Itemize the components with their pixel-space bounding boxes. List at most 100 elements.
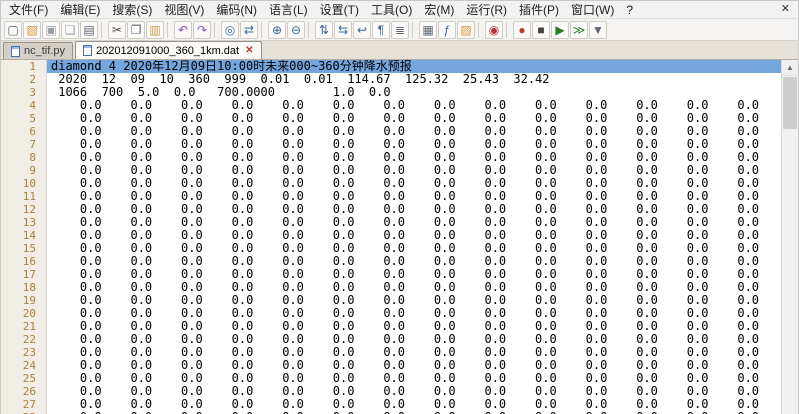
line-number: 3: [1, 86, 47, 99]
line-number: 9: [1, 164, 47, 177]
window-close-icon[interactable]: ✕: [777, 2, 794, 15]
editor-lines: 1diamond 4 2020年12月09日10:00时未来000~360分钟降…: [1, 60, 781, 414]
menu-item-编辑(E)[interactable]: 编辑(E): [54, 0, 106, 19]
editor-line-17[interactable]: 17 0.0 0.0 0.0 0.0 0.0 0.0 0.0 0.0 0.0 0…: [1, 268, 781, 281]
cut-icon[interactable]: ✂: [108, 21, 126, 39]
zoom-out-icon[interactable]: ⊖: [287, 21, 305, 39]
menu-item-宏(M)[interactable]: 宏(M): [418, 0, 460, 19]
line-number: 21: [1, 320, 47, 333]
line-number: 15: [1, 242, 47, 255]
menubar: 文件(F)编辑(E)搜索(S)视图(V)编码(N)语言(L)设置(T)工具(O)…: [1, 1, 798, 18]
line-number: 10: [1, 177, 47, 190]
indent-guide-icon[interactable]: ≣: [391, 21, 409, 39]
monitoring-icon[interactable]: ◉: [485, 21, 503, 39]
paste-icon[interactable]: ▥: [146, 21, 164, 39]
macro-save-icon[interactable]: ▼: [589, 21, 607, 39]
redo-icon[interactable]: ↷: [193, 21, 211, 39]
editor-line-16[interactable]: 16 0.0 0.0 0.0 0.0 0.0 0.0 0.0 0.0 0.0 0…: [1, 255, 781, 268]
macro-play-icon[interactable]: ▶: [551, 21, 569, 39]
tab-close-icon[interactable]: ✕: [243, 45, 253, 56]
scrollbar-thumb[interactable]: [783, 77, 797, 129]
menu-item-搜索(S)[interactable]: 搜索(S): [106, 0, 158, 19]
editor-line-21[interactable]: 21 0.0 0.0 0.0 0.0 0.0 0.0 0.0 0.0 0.0 0…: [1, 320, 781, 333]
copy-icon[interactable]: ❐: [127, 21, 145, 39]
editor[interactable]: 1diamond 4 2020年12月09日10:00时未来000~360分钟降…: [1, 60, 798, 414]
menu-item-插件(P)[interactable]: 插件(P): [513, 0, 565, 19]
editor-line-5[interactable]: 5 0.0 0.0 0.0 0.0 0.0 0.0 0.0 0.0 0.0 0.…: [1, 112, 781, 125]
undo-icon[interactable]: ↶: [174, 21, 192, 39]
line-text: 0.0 0.0 0.0 0.0 0.0 0.0 0.0 0.0 0.0 0.0 …: [47, 125, 781, 138]
document-map-icon[interactable]: ▦: [419, 21, 437, 39]
editor-line-24[interactable]: 24 0.0 0.0 0.0 0.0 0.0 0.0 0.0 0.0 0.0 0…: [1, 359, 781, 372]
find-icon[interactable]: ◎: [221, 21, 239, 39]
editor-line-15[interactable]: 15 0.0 0.0 0.0 0.0 0.0 0.0 0.0 0.0 0.0 0…: [1, 242, 781, 255]
editor-line-25[interactable]: 25 0.0 0.0 0.0 0.0 0.0 0.0 0.0 0.0 0.0 0…: [1, 372, 781, 385]
zoom-in-icon[interactable]: ⊕: [268, 21, 286, 39]
menu-item-视图(V)[interactable]: 视图(V): [158, 0, 210, 19]
editor-line-22[interactable]: 22 0.0 0.0 0.0 0.0 0.0 0.0 0.0 0.0 0.0 0…: [1, 333, 781, 346]
menu-item-运行(R)[interactable]: 运行(R): [460, 0, 513, 19]
menu-item-语言(L)[interactable]: 语言(L): [263, 0, 314, 19]
tab-202012091000_360_1km.dat[interactable]: 202012091000_360_1km.dat✕: [75, 41, 262, 59]
line-number: 18: [1, 281, 47, 294]
editor-line-2[interactable]: 2 2020 12 09 10 360 999 0.01 0.01 114.67…: [1, 73, 781, 86]
line-text: 0.0 0.0 0.0 0.0 0.0 0.0 0.0 0.0 0.0 0.0 …: [47, 216, 781, 229]
line-number: 4: [1, 99, 47, 112]
menu-item-?[interactable]: ?: [620, 2, 639, 18]
menu-items: 文件(F)编辑(E)搜索(S)视图(V)编码(N)语言(L)设置(T)工具(O)…: [3, 0, 639, 19]
line-number: 8: [1, 151, 47, 164]
open-file-icon[interactable]: ▧: [23, 21, 41, 39]
sync-horizontal-icon[interactable]: ⇆: [334, 21, 352, 39]
editor-line-20[interactable]: 20 0.0 0.0 0.0 0.0 0.0 0.0 0.0 0.0 0.0 0…: [1, 307, 781, 320]
editor-line-13[interactable]: 13 0.0 0.0 0.0 0.0 0.0 0.0 0.0 0.0 0.0 0…: [1, 216, 781, 229]
tab-nc_tif.py[interactable]: nc_tif.py: [3, 42, 73, 59]
menu-item-编码(N)[interactable]: 编码(N): [210, 0, 263, 19]
editor-line-9[interactable]: 9 0.0 0.0 0.0 0.0 0.0 0.0 0.0 0.0 0.0 0.…: [1, 164, 781, 177]
print-icon[interactable]: ▤: [80, 21, 98, 39]
line-text: 0.0 0.0 0.0 0.0 0.0 0.0 0.0 0.0 0.0 0.0 …: [47, 190, 781, 203]
menu-item-窗口(W)[interactable]: 窗口(W): [565, 0, 620, 19]
editor-line-3[interactable]: 3 1066 700 5.0 0.0 700.0000 1.0 0.0: [1, 86, 781, 99]
line-text: 0.0 0.0 0.0 0.0 0.0 0.0 0.0 0.0 0.0 0.0 …: [47, 229, 781, 242]
toolbar-separator: [412, 22, 416, 38]
toolbar-separator: [214, 22, 218, 38]
show-all-characters-icon[interactable]: ¶: [372, 21, 390, 39]
word-wrap-icon[interactable]: ↩: [353, 21, 371, 39]
line-text: 0.0 0.0 0.0 0.0 0.0 0.0 0.0 0.0 0.0 0.0 …: [47, 359, 781, 372]
menu-item-工具(O)[interactable]: 工具(O): [365, 0, 418, 19]
folder-workspace-icon[interactable]: ▨: [457, 21, 475, 39]
editor-line-6[interactable]: 6 0.0 0.0 0.0 0.0 0.0 0.0 0.0 0.0 0.0 0.…: [1, 125, 781, 138]
replace-icon[interactable]: ⇄: [240, 21, 258, 39]
document-icon: [83, 45, 92, 56]
editor-line-27[interactable]: 27 0.0 0.0 0.0 0.0 0.0 0.0 0.0 0.0 0.0 0…: [1, 398, 781, 411]
editor-line-18[interactable]: 18 0.0 0.0 0.0 0.0 0.0 0.0 0.0 0.0 0.0 0…: [1, 281, 781, 294]
line-text: 0.0 0.0 0.0 0.0 0.0 0.0 0.0 0.0 0.0 0.0 …: [47, 320, 781, 333]
editor-line-4[interactable]: 4 0.0 0.0 0.0 0.0 0.0 0.0 0.0 0.0 0.0 0.…: [1, 99, 781, 112]
editor-line-14[interactable]: 14 0.0 0.0 0.0 0.0 0.0 0.0 0.0 0.0 0.0 0…: [1, 229, 781, 242]
menu-item-设置(T)[interactable]: 设置(T): [314, 0, 365, 19]
editor-line-26[interactable]: 26 0.0 0.0 0.0 0.0 0.0 0.0 0.0 0.0 0.0 0…: [1, 385, 781, 398]
line-number: 11: [1, 190, 47, 203]
save-file-icon[interactable]: ▣: [42, 21, 60, 39]
toolbar-separator: [101, 22, 105, 38]
sync-vertical-icon[interactable]: ⇅: [315, 21, 333, 39]
macro-stop-icon[interactable]: ■: [532, 21, 550, 39]
line-number: 13: [1, 216, 47, 229]
editor-line-23[interactable]: 23 0.0 0.0 0.0 0.0 0.0 0.0 0.0 0.0 0.0 0…: [1, 346, 781, 359]
editor-line-8[interactable]: 8 0.0 0.0 0.0 0.0 0.0 0.0 0.0 0.0 0.0 0.…: [1, 151, 781, 164]
save-all-icon[interactable]: ❏: [61, 21, 79, 39]
editor-line-10[interactable]: 10 0.0 0.0 0.0 0.0 0.0 0.0 0.0 0.0 0.0 0…: [1, 177, 781, 190]
editor-line-1[interactable]: 1diamond 4 2020年12月09日10:00时未来000~360分钟降…: [1, 60, 781, 73]
vertical-scrollbar[interactable]: ▲: [781, 60, 798, 414]
function-list-icon[interactable]: ƒ: [438, 21, 456, 39]
macro-record-icon[interactable]: ●: [513, 21, 531, 39]
menu-item-文件(F)[interactable]: 文件(F): [3, 0, 54, 19]
new-file-icon[interactable]: ▢: [4, 21, 22, 39]
scroll-up-icon[interactable]: ▲: [782, 60, 798, 76]
macro-play-multiple-icon[interactable]: ≫: [570, 21, 588, 39]
editor-line-7[interactable]: 7 0.0 0.0 0.0 0.0 0.0 0.0 0.0 0.0 0.0 0.…: [1, 138, 781, 151]
editor-line-12[interactable]: 12 0.0 0.0 0.0 0.0 0.0 0.0 0.0 0.0 0.0 0…: [1, 203, 781, 216]
line-text: 0.0 0.0 0.0 0.0 0.0 0.0 0.0 0.0 0.0 0.0 …: [47, 164, 781, 177]
editor-line-11[interactable]: 11 0.0 0.0 0.0 0.0 0.0 0.0 0.0 0.0 0.0 0…: [1, 190, 781, 203]
editor-line-19[interactable]: 19 0.0 0.0 0.0 0.0 0.0 0.0 0.0 0.0 0.0 0…: [1, 294, 781, 307]
